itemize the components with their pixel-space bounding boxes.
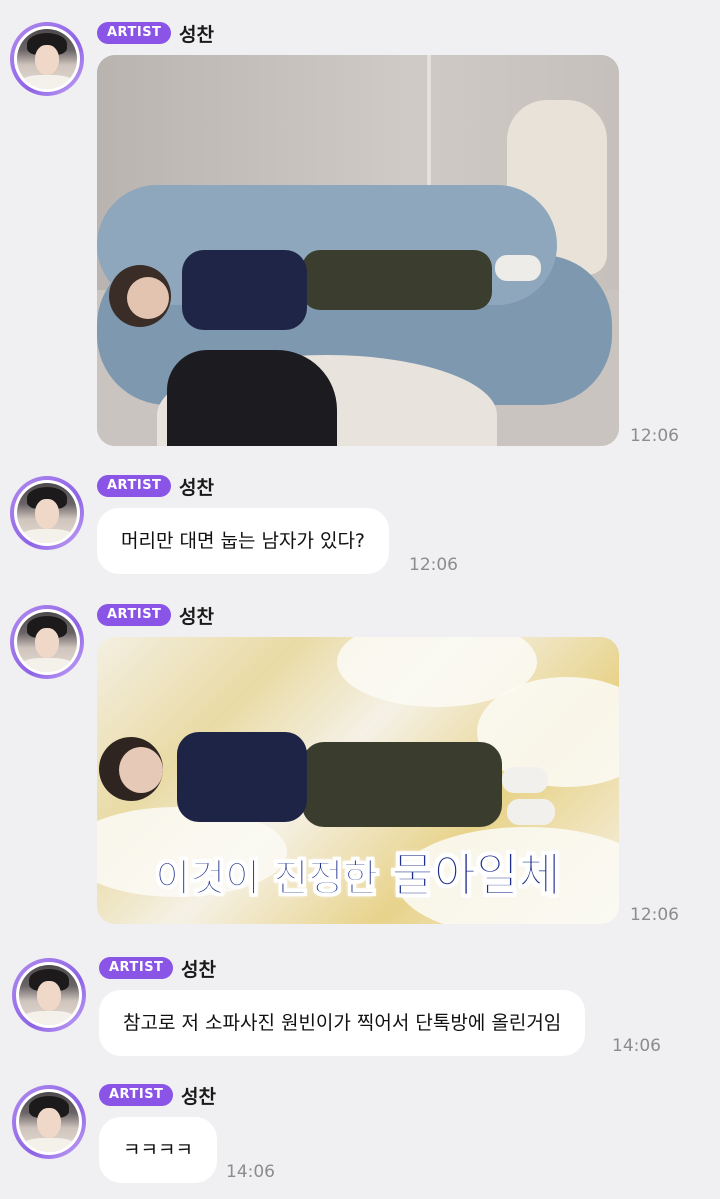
photo-person-sock [507,799,555,825]
avatar-face [37,981,61,1011]
avatar[interactable] [12,1085,86,1159]
photo-person-face [127,277,169,319]
avatar-shirt [19,529,75,543]
sofa-photo[interactable] [97,55,619,446]
photo-person-pants [302,742,502,827]
message-time: 14:06 [612,1036,661,1056]
avatar-frame [14,609,80,675]
avatar[interactable] [12,958,86,1032]
message-time: 12:06 [630,905,679,925]
sender-name[interactable]: 성찬 [179,602,214,629]
sender-name[interactable]: 성찬 [181,1082,216,1109]
avatar-shirt [21,1011,77,1025]
meme-caption: 이것이 진정한 물아일체 [97,839,619,905]
avatar-face [35,499,59,529]
message-time: 12:06 [409,555,458,575]
avatar-image [17,612,77,672]
sender-name[interactable]: 성찬 [179,473,214,500]
avatar-frame [14,26,80,92]
artist-badge: ARTIST [97,604,172,626]
avatar-shirt [19,658,75,672]
meme-photo[interactable]: 이것이 진정한 물아일체 [97,637,619,924]
message-time: 14:06 [226,1162,275,1182]
avatar-image [19,1092,79,1152]
message-bubble[interactable]: 참고로 저 소파사진 원빈이가 찍어서 단톡방에 올린거임 [99,990,586,1056]
photo-person-shirt [177,732,307,822]
avatar-frame [16,1089,82,1155]
artist-badge: ARTIST [97,22,172,44]
avatar-frame [14,480,80,546]
photo-person-shirt [182,250,307,330]
avatar[interactable] [10,22,84,96]
avatar-image [17,483,77,543]
avatar-image [17,29,77,89]
photo-person-face [119,747,163,793]
artist-badge: ARTIST [97,475,172,497]
avatar-shirt [19,75,75,89]
photo-pillar [427,55,431,195]
photo-person-pants [302,250,492,310]
message-bubble[interactable]: ㅋㅋㅋㅋ [99,1117,217,1183]
avatar-frame [16,962,82,1028]
avatar-face [37,1108,61,1138]
artist-badge: ARTIST [99,1084,174,1106]
photo-person-sock [495,255,541,281]
avatar[interactable] [10,605,84,679]
avatar-image [19,965,79,1025]
message-time: 12:06 [630,426,679,446]
avatar-shirt [21,1138,77,1152]
message-bubble[interactable]: 머리만 대면 눕는 남자가 있다? [97,508,390,574]
meme-caption-big: 물아일체 [391,848,561,903]
avatar-face [35,628,59,658]
avatar-face [35,45,59,75]
meme-caption-small: 이것이 진정한 [155,856,392,901]
photo-jacket [167,350,337,446]
avatar[interactable] [10,476,84,550]
artist-badge: ARTIST [99,957,174,979]
photo-person-sock [502,767,548,793]
sender-name[interactable]: 성찬 [179,20,214,47]
sender-name[interactable]: 성찬 [181,955,216,982]
